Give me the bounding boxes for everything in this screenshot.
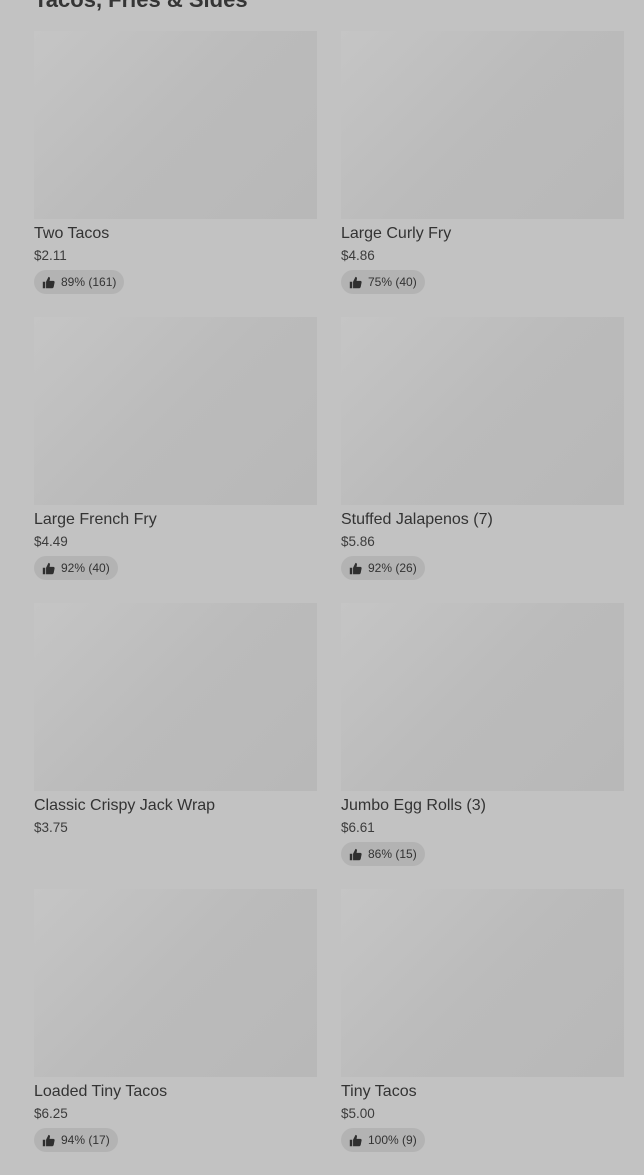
menu-item-name: Loaded Tiny Tacos [34,1083,168,1100]
rating-badge: 86% (15) [341,842,425,866]
thumbs-up-icon [349,1134,362,1147]
rating-text: 92% (26) [368,561,417,575]
rating-badge: 94% (17) [34,1128,118,1152]
menu-item-card[interactable]: Two Tacos $2.11 89% (161) [34,31,317,317]
thumbs-up-icon [42,276,55,289]
rating-badge: 100% (9) [341,1128,425,1152]
menu-item-name: Large French Fry [34,511,157,528]
menu-item-image[interactable] [341,889,624,1077]
menu-item-image[interactable] [34,31,317,219]
thumbs-up-icon [349,276,362,289]
menu-item-name: Tiny Tacos [341,1083,417,1100]
rating-text: 89% (161) [61,275,117,289]
menu-item-card[interactable]: Jumbo Egg Rolls (3) $6.61 86% (15) [341,603,624,889]
rating-text: 100% (9) [368,1133,417,1147]
menu-item-price: $5.86 [341,534,375,549]
menu-item-image[interactable] [341,317,624,505]
menu-item-card[interactable]: Large Curly Fry $4.86 75% (40) [341,31,624,317]
menu-item-image[interactable] [341,31,624,219]
menu-item-price: $2.11 [34,248,67,263]
thumbs-up-icon [349,562,362,575]
menu-item-name: Classic Crispy Jack Wrap [34,797,216,814]
rating-badge: 92% (26) [341,556,425,580]
rating-text: 92% (40) [61,561,110,575]
menu-item-card[interactable]: Tiny Tacos $5.00 100% (9) [341,889,624,1175]
menu-item-price: $4.86 [341,248,375,263]
menu-item-image[interactable] [34,317,317,505]
rating-text: 86% (15) [368,847,417,861]
thumbs-up-icon [42,562,55,575]
section-title: Tacos, Fries & Sides [34,0,248,14]
menu-item-price: $6.61 [341,820,375,835]
rating-badge: 75% (40) [341,270,425,294]
menu-item-image[interactable] [34,889,317,1077]
menu-item-name: Large Curly Fry [341,225,452,242]
menu-item-name: Two Tacos [34,225,110,242]
menu-item-price: $4.49 [34,534,68,549]
menu-item-card[interactable]: Stuffed Jalapenos (7) $5.86 92% (26) [341,317,624,603]
menu-item-price: $3.75 [34,820,68,835]
menu-item-price: $5.00 [341,1106,375,1121]
menu-item-card[interactable]: Loaded Tiny Tacos $6.25 94% (17) [34,889,317,1175]
menu-item-image[interactable] [341,603,624,791]
menu-item-card[interactable]: Large French Fry $4.49 92% (40) [34,317,317,603]
rating-badge: 89% (161) [34,270,125,294]
thumbs-up-icon [349,848,362,861]
rating-badge: 92% (40) [34,556,118,580]
rating-text: 94% (17) [61,1133,110,1147]
menu-grid: Two Tacos $2.11 89% (161) Large Curly Fr… [34,31,624,1175]
menu-item-image[interactable] [34,603,317,791]
menu-item-price: $6.25 [34,1106,68,1121]
menu-item-name: Jumbo Egg Rolls (3) [341,797,486,814]
menu-item-name: Stuffed Jalapenos (7) [341,511,493,528]
menu-item-card[interactable]: Classic Crispy Jack Wrap $3.75 [34,603,317,889]
thumbs-up-icon [42,1134,55,1147]
rating-text: 75% (40) [368,275,417,289]
